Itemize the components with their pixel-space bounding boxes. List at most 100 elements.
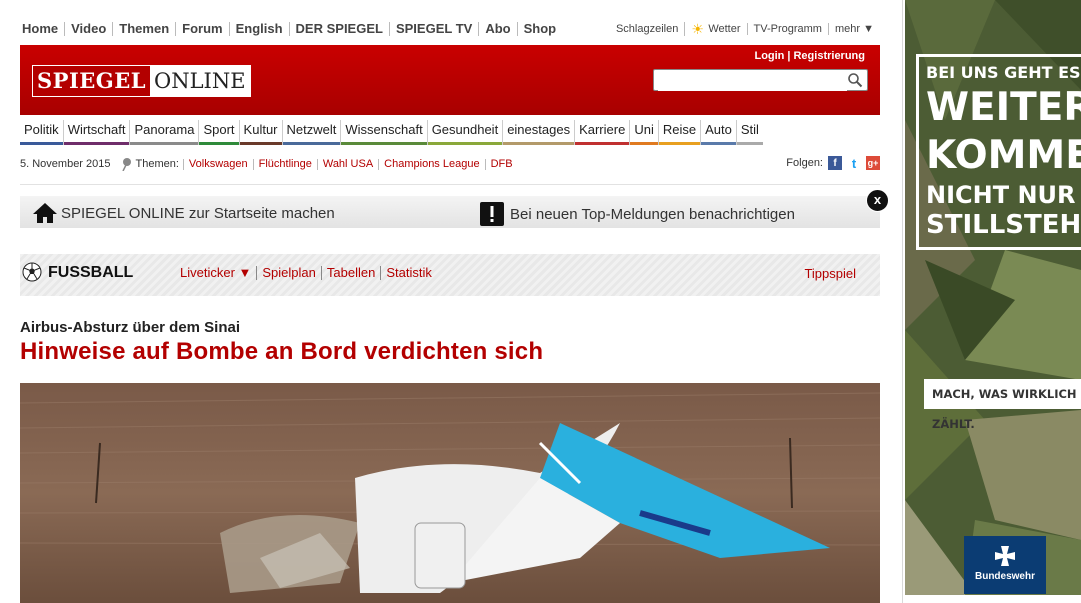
top-nav-english[interactable]: English <box>228 22 289 36</box>
category-color-bar <box>427 142 503 145</box>
tippspiel-link[interactable]: Tippspiel <box>804 266 856 281</box>
category-color-bar <box>63 142 130 145</box>
notification-text: Bei neuen Top-Meldungen benachrichtigen <box>510 205 795 223</box>
fussball-links: Liveticker ▼ Spielplan Tabellen Statisti… <box>180 266 437 280</box>
themen-list: Themen: Volkswagen Flüchtlinge Wahl USA … <box>121 157 518 171</box>
top-nav-spiegel-tv[interactable]: SPIEGEL TV <box>388 22 478 36</box>
category-reise[interactable]: Reise <box>657 120 701 145</box>
category-label: Gesundheit <box>431 122 499 137</box>
startseite-link[interactable]: SPIEGEL ONLINE zur Startseite machen <box>32 202 335 224</box>
search-box <box>653 69 868 91</box>
google-plus-icon[interactable]: g+ <box>866 156 880 170</box>
top-nav-der-spiegel[interactable]: DER SPIEGEL <box>288 22 389 36</box>
page-divider <box>902 0 903 603</box>
top-nav-video[interactable]: Video <box>64 22 112 36</box>
category-label: Reise <box>662 122 697 137</box>
category-label: Netzwelt <box>286 122 337 137</box>
schlagzeilen-link[interactable]: Schlagzeilen <box>610 23 684 35</box>
themen-label: Themen: <box>135 158 179 170</box>
login-links: Login | Registrierung <box>751 50 868 62</box>
category-color-bar <box>282 142 341 145</box>
plane-wreckage-image <box>20 383 880 603</box>
register-link[interactable]: Registrierung <box>790 50 868 62</box>
category-netzwelt[interactable]: Netzwelt <box>281 120 341 145</box>
football-icon <box>22 262 42 282</box>
category-color-bar <box>199 142 239 145</box>
logo-spiegel: SPIEGEL <box>33 66 150 96</box>
spiegel-online-logo[interactable]: SPIEGEL ONLINE <box>32 65 251 97</box>
category-stil[interactable]: Stil <box>735 120 763 145</box>
statistik-link[interactable]: Statistik <box>380 266 437 280</box>
startseite-text: SPIEGEL ONLINE zur Startseite machen <box>61 204 335 222</box>
top-nav-abo[interactable]: Abo <box>478 22 516 36</box>
iron-cross-icon <box>995 546 1015 566</box>
article-headline[interactable]: Hinweise auf Bombe an Bord verdichten si… <box>20 338 543 366</box>
category-color-bar <box>503 142 575 145</box>
liveticker-link[interactable]: Liveticker ▼ <box>180 266 256 280</box>
category-label: Politik <box>24 122 59 137</box>
top-nav-themen[interactable]: Themen <box>112 22 175 36</box>
wetter-link[interactable]: ☀ Wetter <box>684 22 746 36</box>
bundeswehr-label: Bundeswehr <box>974 571 1035 582</box>
search-input[interactable] <box>658 71 847 91</box>
category-label: Sport <box>203 122 235 137</box>
top-nav-shop[interactable]: Shop <box>516 22 563 36</box>
current-date: 5. November 2015 <box>20 158 111 170</box>
fussball-title: FUSSBALL <box>48 264 134 281</box>
top-nav-forum[interactable]: Forum <box>175 22 228 36</box>
fussball-bar: FUSSBALL Liveticker ▼ Spielplan Tabellen… <box>20 254 880 296</box>
mehr-dropdown[interactable]: mehr ▼ <box>827 23 880 35</box>
category-politik[interactable]: Politik <box>20 120 63 145</box>
article-photo[interactable] <box>20 383 880 603</box>
category-sport[interactable]: Sport <box>198 120 239 145</box>
spielplan-link[interactable]: Spielplan <box>256 266 321 280</box>
pin-icon <box>121 158 131 171</box>
logo-online: ONLINE <box>150 66 250 96</box>
category-panorama[interactable]: Panorama <box>129 120 199 145</box>
top-nav-home[interactable]: Home <box>22 22 64 36</box>
category-label: einestages <box>507 122 571 137</box>
category-color-bar <box>658 142 701 145</box>
alert-icon <box>480 202 504 226</box>
category-wirtschaft[interactable]: Wirtschaft <box>62 120 130 145</box>
top-links: Schlagzeilen ☀ Wetter TV-Programm mehr ▼ <box>610 20 880 38</box>
close-button[interactable]: x <box>866 189 889 212</box>
themen-link-champions-league[interactable]: Champions League <box>378 158 484 170</box>
search-icon[interactable] <box>847 72 863 88</box>
category-auto[interactable]: Auto <box>700 120 736 145</box>
category-wissenschaft[interactable]: Wissenschaft <box>340 120 427 145</box>
sun-icon: ☀ <box>691 21 704 37</box>
home-icon <box>33 203 57 223</box>
category-gesundheit[interactable]: Gesundheit <box>426 120 503 145</box>
category-label: Stil <box>740 122 759 137</box>
category-kultur[interactable]: Kultur <box>238 120 282 145</box>
notification-link[interactable]: Bei neuen Top-Meldungen benachrichtigen <box>480 202 795 226</box>
category-label: Karriere <box>579 122 626 137</box>
ad-line-5: STILLSTEHEN. <box>926 210 1081 240</box>
category-label: Kultur <box>243 122 278 137</box>
tabellen-link[interactable]: Tabellen <box>320 266 380 280</box>
category-color-bar <box>575 142 630 145</box>
category-color-bar <box>736 142 763 145</box>
themen-link-fluechtlinge[interactable]: Flüchtlinge <box>252 158 317 170</box>
tv-programm-link[interactable]: TV-Programm <box>746 23 828 35</box>
category-color-bar <box>701 142 736 145</box>
themen-link-volkswagen[interactable]: Volkswagen <box>182 158 253 170</box>
article-kicker[interactable]: Airbus-Absturz über dem Sinai <box>20 319 240 336</box>
category-color-bar <box>341 142 427 145</box>
twitter-icon[interactable]: t <box>847 156 861 171</box>
startseite-bar: SPIEGEL ONLINE zur Startseite machen Bei… <box>20 196 880 228</box>
category-uni[interactable]: Uni <box>629 120 658 145</box>
facebook-icon[interactable]: f <box>828 156 842 170</box>
themen-link-wahl-usa[interactable]: Wahl USA <box>316 158 378 170</box>
follow-links: Folgen: f t g+ <box>786 156 880 171</box>
category-karriere[interactable]: Karriere <box>574 120 630 145</box>
themen-link-dfb[interactable]: DFB <box>484 158 518 170</box>
login-link[interactable]: Login <box>751 50 787 62</box>
category-label: Wirtschaft <box>67 122 126 137</box>
ad-line-3: KOMMEN. <box>926 133 1081 178</box>
category-einestages[interactable]: einestages <box>502 120 575 145</box>
bundeswehr-advertisement[interactable]: BEI UNS GEHT ES UMS WEITER- KOMMEN. NICH… <box>905 0 1081 595</box>
folgen-label: Folgen: <box>786 157 823 169</box>
wetter-label: Wetter <box>708 23 741 35</box>
